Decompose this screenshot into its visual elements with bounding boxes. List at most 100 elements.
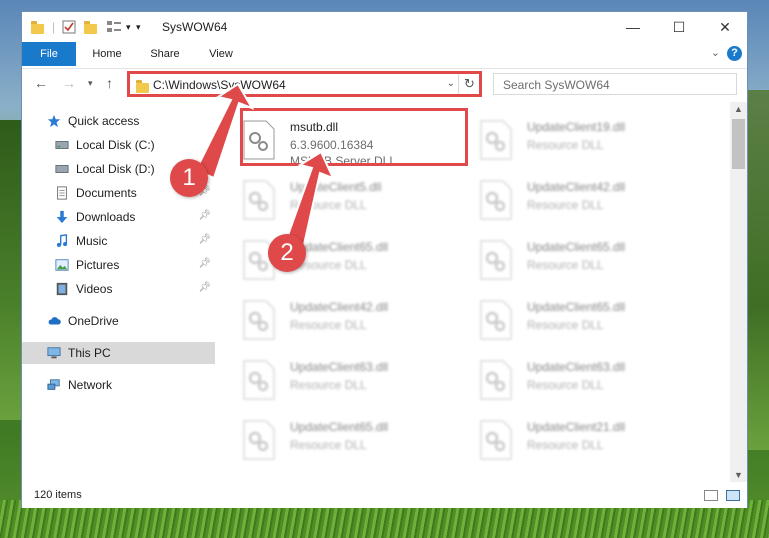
search-placeholder: Search SysWOW64 (503, 78, 610, 92)
sidebar-item-label: OneDrive (68, 314, 119, 328)
file-item[interactable]: UpdateClient65.dll Resource DLL (457, 230, 687, 286)
file-name: UpdateClient5.dll (290, 180, 382, 194)
folder-icon (31, 19, 44, 35)
sidebar-item-label: Local Disk (C:) (76, 138, 155, 152)
tab-view[interactable]: View (198, 42, 244, 66)
tab-share[interactable]: Share (142, 42, 188, 66)
dll-file-icon (480, 300, 512, 340)
file-item[interactable]: UpdateClient19.dll Resource DLL (457, 110, 687, 166)
scroll-up-icon[interactable]: ▲ (730, 104, 747, 114)
dll-file-icon (480, 420, 512, 460)
pin-icon[interactable]: 📌︎ (198, 210, 211, 221)
item-count: 120 items (34, 489, 82, 501)
file-type: Resource DLL (527, 438, 604, 452)
file-item[interactable]: UpdateClient63.dll Resource DLL (457, 350, 687, 406)
music-icon (56, 234, 68, 247)
file-item[interactable]: UpdateClient5.dll Resource DLL (220, 170, 450, 226)
sidebar-item-local-disk-c[interactable]: Local Disk (C:) (22, 134, 215, 156)
file-item[interactable]: UpdateClient65.dll Resource DLL (220, 410, 450, 466)
computer-icon (47, 347, 61, 359)
tab-file[interactable]: File (22, 42, 76, 66)
chevron-down-icon[interactable]: ▾ (136, 19, 141, 35)
explorer-window: | ▾ ▾ SysWOW64 — ☐ ✕ File Home Share Vie… (21, 11, 748, 508)
pin-icon[interactable]: 📌︎ (198, 234, 211, 245)
sidebar-item-downloads[interactable]: Downloads 📌︎ (22, 206, 215, 228)
scrollbar-thumb[interactable] (732, 119, 745, 169)
documents-icon (57, 186, 67, 200)
file-name: UpdateClient42.dll (290, 300, 389, 314)
details-view-icon[interactable] (704, 490, 718, 501)
dll-file-icon (480, 120, 512, 160)
scroll-down-icon[interactable]: ▼ (730, 470, 747, 480)
file-type: Resource DLL (527, 138, 604, 152)
file-item[interactable]: UpdateClient63.dll Resource DLL (220, 350, 450, 406)
customize-toolbar-icon[interactable] (106, 19, 124, 35)
file-type: Resource DLL (290, 318, 367, 332)
window-title: SysWOW64 (162, 20, 228, 34)
search-input[interactable]: Search SysWOW64 (493, 73, 737, 95)
file-item[interactable]: UpdateClient21.dll Resource DLL (457, 410, 687, 466)
sidebar-item-network[interactable]: Network (22, 374, 215, 396)
properties-icon[interactable] (62, 19, 76, 35)
minimize-button[interactable]: — (610, 12, 656, 42)
maximize-button[interactable]: ☐ (656, 12, 702, 42)
title-bar: | ▾ ▾ SysWOW64 — ☐ ✕ (22, 12, 747, 42)
separator: | (52, 20, 56, 34)
background-tree-right (745, 90, 769, 450)
file-type: Resource DLL (527, 378, 604, 392)
file-item[interactable]: UpdateClient65.dll Resource DLL (220, 230, 450, 286)
sidebar-item-videos[interactable]: Videos 📌︎ (22, 278, 215, 300)
file-type: Resource DLL (290, 438, 367, 452)
dll-file-icon (480, 240, 512, 280)
sidebar-item-label: Documents (76, 186, 137, 200)
sidebar-item-label: Network (68, 378, 113, 392)
close-button[interactable]: ✕ (702, 12, 748, 42)
cloud-icon (48, 317, 61, 325)
vertical-scrollbar[interactable]: ▲ ▼ (730, 102, 747, 482)
file-type: Resource DLL (527, 198, 604, 212)
pin-icon[interactable]: 📌︎ (198, 282, 211, 293)
dll-file-icon (480, 180, 512, 220)
pin-icon[interactable]: 📌︎ (198, 258, 211, 269)
sidebar-item-this-pc[interactable]: This PC (22, 342, 215, 364)
file-name: UpdateClient63.dll (527, 360, 626, 374)
up-arrow-icon[interactable]: ↑ (106, 75, 113, 91)
recent-locations-icon[interactable]: ▾ (88, 78, 93, 89)
help-icon[interactable]: ? (727, 46, 742, 61)
file-name: UpdateClient42.dll (527, 180, 626, 194)
pictures-icon (55, 259, 69, 271)
step-badge-2: 2 (268, 234, 306, 272)
forward-arrow-icon[interactable]: → (62, 75, 76, 91)
sidebar-item-quick-access[interactable]: Quick access (22, 110, 215, 132)
sidebar-item-music[interactable]: Music 📌︎ (22, 230, 215, 252)
chevron-down-icon[interactable]: ▾ (126, 19, 131, 35)
large-icons-view-icon[interactable] (726, 490, 740, 501)
navigation-bar: ← → ▾ ↑ C:\Windows\SysWOW64 ⌄ ↻ Search S… (22, 68, 747, 101)
sidebar-item-label: Pictures (76, 258, 120, 272)
sidebar-item-onedrive[interactable]: OneDrive (22, 310, 215, 332)
videos-icon (56, 282, 68, 296)
network-icon (47, 379, 60, 390)
sidebar-item-label: Downloads (76, 210, 136, 224)
dll-file-icon (243, 300, 275, 340)
drive-icon (55, 165, 69, 173)
tab-home[interactable]: Home (84, 42, 130, 66)
dll-file-icon (480, 360, 512, 400)
file-name: UpdateClient65.dll (527, 240, 626, 254)
file-name: UpdateClient19.dll (527, 120, 626, 134)
sidebar-item-pictures[interactable]: Pictures 📌︎ (22, 254, 215, 276)
back-arrow-icon[interactable]: ← (34, 75, 48, 91)
file-item[interactable]: UpdateClient42.dll Resource DLL (220, 290, 450, 346)
file-item[interactable]: UpdateClient65.dll Resource DLL (457, 290, 687, 346)
file-type: Resource DLL (290, 198, 367, 212)
star-icon (47, 114, 61, 128)
file-type: Resource DLL (290, 378, 367, 392)
ribbon-tabs: File Home Share View ⌄ ? (22, 42, 747, 66)
step-badge-1: 1 (170, 159, 208, 197)
dll-file-icon (243, 360, 275, 400)
new-folder-icon[interactable] (84, 19, 97, 35)
file-item[interactable]: UpdateClient42.dll Resource DLL (457, 170, 687, 226)
file-name: UpdateClient65.dll (290, 420, 389, 434)
expand-ribbon-icon[interactable]: ⌄ (711, 46, 720, 59)
highlight-box-address (127, 71, 482, 97)
